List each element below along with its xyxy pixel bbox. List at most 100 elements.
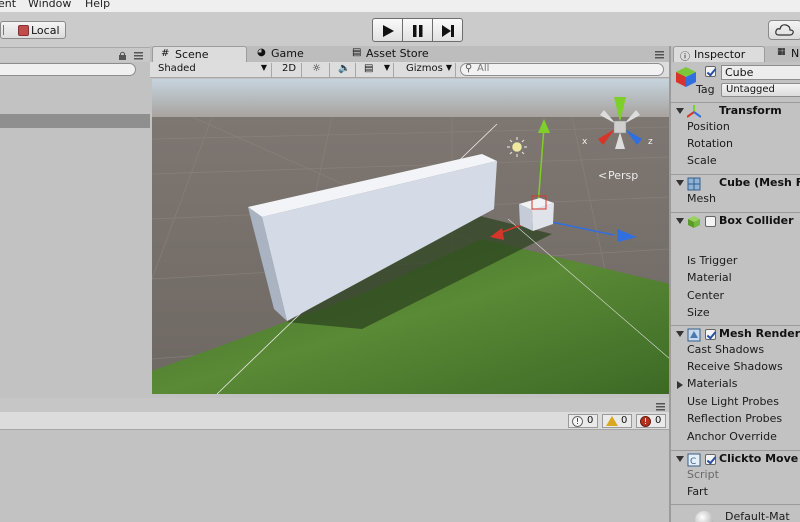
position-label[interactable]: Position	[687, 120, 800, 133]
console-info-toggle[interactable]: ! 0	[568, 414, 598, 428]
is-trigger-label[interactable]: Is Trigger	[687, 254, 800, 267]
panel-menu-icon[interactable]	[134, 51, 144, 61]
script-component-header[interactable]: C Clickto Move	[671, 450, 800, 467]
error-icon: !	[640, 416, 651, 427]
audio-toggle-button[interactable]: 🔈	[334, 63, 356, 77]
materials-foldout-arrow-icon[interactable]	[677, 381, 683, 389]
shading-mode-dropdown[interactable]: Shaded ▼	[154, 63, 272, 77]
scene-search-input[interactable]: ⚲ All	[460, 63, 664, 76]
sun-icon: ☼	[312, 63, 321, 74]
foldout-arrow-icon	[676, 108, 684, 114]
mesh-filter-title: Cube (Mesh F	[719, 176, 800, 189]
material-name: Default-Mat	[725, 510, 790, 522]
scene-view[interactable]: x z < Persp	[152, 79, 670, 394]
materials-label[interactable]: Materials	[687, 377, 800, 390]
hierarchy-search-input[interactable]	[0, 63, 136, 76]
collab-cloud-button[interactable]	[768, 20, 800, 40]
tab-inspector[interactable]: ⓘ Inspector	[673, 46, 765, 63]
script-enabled-checkbox[interactable]	[705, 454, 716, 465]
box-collider-header[interactable]: Box Collider	[671, 212, 800, 229]
light-icon[interactable]	[507, 137, 527, 157]
scale-label[interactable]: Scale	[687, 154, 800, 167]
menu-bar: ent Window Help	[0, 0, 800, 12]
hierarchy-selected-row[interactable]	[0, 114, 150, 128]
mesh-filter-header[interactable]: Cube (Mesh F	[671, 174, 800, 191]
error-count: 0	[655, 415, 662, 426]
console-error-toggle[interactable]: ! 0	[636, 414, 666, 428]
dropdown-arrow-icon: ▼	[260, 63, 267, 72]
material-sphere-icon	[695, 511, 713, 522]
menu-item-window[interactable]: Window	[28, 0, 71, 10]
image-icon: ▤	[364, 63, 374, 74]
tab-game[interactable]: ◕ Game	[255, 46, 335, 62]
scene-viewport[interactable]: x z < Persp	[152, 79, 670, 394]
info-icon: !	[572, 416, 583, 427]
main-toolbar: Local	[0, 12, 800, 48]
tag-dropdown[interactable]: Untagged	[721, 83, 800, 97]
size-label[interactable]: Size	[687, 306, 800, 319]
inspector-panel: ⓘ Inspector ▦ N Cube Tag Untagged Transf…	[671, 46, 800, 522]
tab-game-label: Game	[271, 47, 304, 60]
transform-icon	[687, 105, 701, 118]
foldout-arrow-icon	[676, 180, 684, 186]
cloud-icon	[775, 24, 794, 36]
console-warning-toggle[interactable]: 0	[602, 414, 632, 428]
hierarchy-tab-bar	[0, 48, 150, 62]
panel-menu-icon[interactable]	[656, 402, 666, 412]
box-collider-enabled-checkbox[interactable]	[705, 216, 716, 227]
use-light-probes-label[interactable]: Use Light Probes	[687, 395, 800, 408]
toolbar-separator	[0, 25, 4, 35]
tab-asset-store[interactable]: ▤ Asset Store	[350, 46, 460, 62]
gizmos-dropdown[interactable]: Gizmos ▼	[402, 63, 456, 77]
foldout-arrow-icon	[676, 218, 684, 224]
tab-scene-label: Scene	[175, 48, 209, 61]
gizmos-label: Gizmos	[406, 63, 443, 74]
pivot-rotation-toggle[interactable]: Local	[0, 21, 66, 39]
pause-button[interactable]	[402, 18, 433, 42]
persp-label[interactable]: Persp	[608, 169, 638, 182]
tab-navigation[interactable]: ▦ N	[773, 46, 800, 62]
tab-navigation-label: N	[791, 47, 800, 60]
material-preview[interactable]: Default-Mat	[671, 504, 800, 522]
foldout-arrow-icon	[676, 456, 684, 462]
console-tab-bar	[0, 398, 670, 412]
object-name-field[interactable]: Cube	[721, 65, 800, 80]
cast-shadows-label[interactable]: Cast Shadows	[687, 343, 800, 356]
effects-dropdown[interactable]: ▤ ▼	[360, 63, 394, 77]
panel-menu-icon[interactable]	[655, 50, 665, 60]
search-placeholder: All	[477, 63, 490, 74]
mesh-renderer-icon	[687, 328, 701, 342]
rotation-label[interactable]: Rotation	[687, 137, 800, 150]
fart-label[interactable]: Fart	[687, 485, 800, 498]
reflection-probes-label[interactable]: Reflection Probes	[687, 412, 800, 425]
tab-scene[interactable]: # Scene	[152, 46, 247, 62]
csharp-script-icon: C	[687, 453, 701, 467]
menu-item-help[interactable]: Help	[85, 0, 110, 10]
axis-z-label: z	[648, 137, 653, 147]
step-icon	[442, 25, 454, 37]
material-label[interactable]: Material	[687, 271, 800, 284]
tag-value: Untagged	[726, 84, 775, 95]
warning-count: 0	[621, 415, 628, 426]
active-checkbox[interactable]	[705, 66, 716, 77]
persp-arrow-icon: <	[598, 169, 607, 182]
step-button[interactable]	[432, 18, 463, 42]
play-button[interactable]	[372, 18, 403, 42]
center-label[interactable]: Center	[687, 289, 800, 302]
search-icon: ⚲	[465, 63, 473, 74]
transform-header[interactable]: Transform	[671, 102, 800, 119]
menu-item-component[interactable]: ent	[0, 0, 16, 10]
hash-icon: #	[161, 48, 170, 59]
local-cube-icon	[18, 25, 29, 36]
lighting-toggle-button[interactable]: ☼	[308, 63, 330, 77]
mesh-renderer-header[interactable]: Mesh Render	[671, 325, 800, 342]
tab-inspector-label: Inspector	[694, 48, 746, 61]
receive-shadows-label[interactable]: Receive Shadows	[687, 360, 800, 373]
mesh-label[interactable]: Mesh	[687, 192, 800, 205]
sky	[152, 79, 670, 117]
anchor-override-label[interactable]: Anchor Override	[687, 430, 800, 443]
2d-toggle-button[interactable]: 2D	[278, 63, 302, 77]
dropdown-arrow-icon: ▼	[445, 63, 452, 72]
lock-icon[interactable]	[118, 51, 128, 61]
mesh-renderer-enabled-checkbox[interactable]	[705, 329, 716, 340]
